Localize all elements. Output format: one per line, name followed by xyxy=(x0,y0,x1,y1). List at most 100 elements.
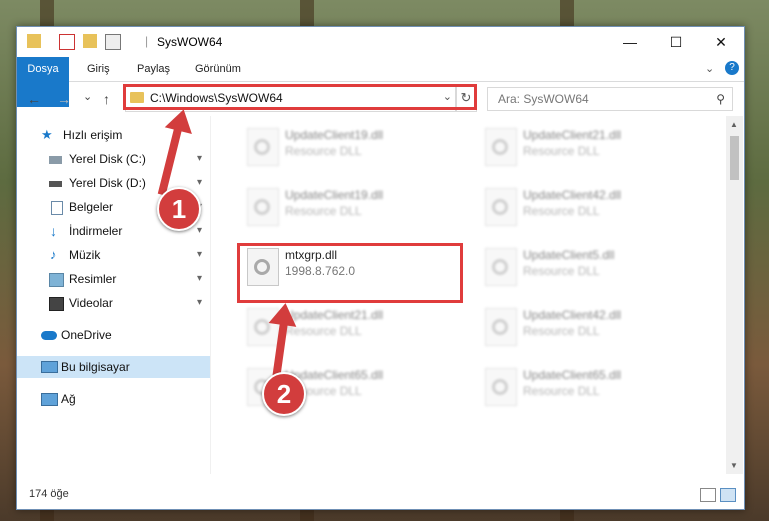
up-button[interactable]: ↑ xyxy=(103,91,110,107)
file-name: UpdateClient21.dll xyxy=(285,308,384,322)
help-icon[interactable]: ? xyxy=(725,61,739,75)
file-name: UpdateClient21.dll xyxy=(523,128,622,142)
close-button[interactable]: ✕ xyxy=(698,27,744,57)
sidebar-item-label: Belgeler xyxy=(69,200,114,214)
navigation-pane: ★ Hızlı erişim Yerel Disk (C:) ▾ Yerel D… xyxy=(17,122,210,474)
minimize-button[interactable]: — xyxy=(607,27,653,57)
pin-icon[interactable]: ▾ xyxy=(197,148,202,170)
videos-icon xyxy=(49,297,64,311)
file-description: Resource DLL xyxy=(523,324,600,338)
dll-file-icon xyxy=(247,128,279,166)
pin-icon[interactable]: ▾ xyxy=(197,268,202,290)
sidebar-item-label: Videolar xyxy=(69,296,113,310)
file-item[interactable]: UpdateClient21.dll Resource DLL xyxy=(475,122,685,172)
sidebar-item-label: Yerel Disk (D:) xyxy=(69,176,146,190)
sidebar-item-videos[interactable]: Videolar ▾ xyxy=(17,292,210,314)
file-item[interactable]: UpdateClient42.dll Resource DLL xyxy=(475,182,685,232)
scroll-down-icon[interactable]: ▼ xyxy=(730,461,738,470)
tab-home[interactable]: Giriş xyxy=(81,57,116,81)
pictures-icon xyxy=(49,273,64,287)
vertical-scrollbar[interactable]: ▲ ▼ xyxy=(726,116,743,474)
documents-icon xyxy=(51,201,63,215)
file-name: UpdateClient5.dll xyxy=(523,248,615,262)
file-description: Resource DLL xyxy=(285,324,362,338)
back-button[interactable]: ← xyxy=(27,91,41,107)
dll-file-icon xyxy=(485,368,517,406)
file-item[interactable]: UpdateClient19.dll Resource DLL xyxy=(237,122,447,172)
dll-file-icon xyxy=(485,188,517,226)
ribbon-tabs: Dosya Giriş Paylaş Görünüm ⌄ ? xyxy=(17,57,744,107)
sidebar-item-label: OneDrive xyxy=(61,328,112,342)
search-placeholder: Ara: SysWOW64 xyxy=(498,92,589,106)
file-description: Resource DLL xyxy=(523,144,600,158)
sidebar-item-network[interactable]: Ağ xyxy=(17,388,210,410)
file-item[interactable]: UpdateClient65.dll Resource DLL xyxy=(475,362,685,412)
tab-view[interactable]: Görünüm xyxy=(189,57,247,81)
star-icon: ★ xyxy=(41,127,53,142)
download-icon: ↓ xyxy=(50,223,57,239)
file-item[interactable]: UpdateClient21.dll Resource DLL xyxy=(237,302,447,352)
new-folder-icon[interactable] xyxy=(83,34,97,48)
sidebar-item-label: Yerel Disk (C:) xyxy=(69,152,146,166)
sidebar-item-label: Ağ xyxy=(61,392,76,406)
drive-icon xyxy=(49,181,62,187)
file-name: UpdateClient42.dll xyxy=(523,188,622,202)
file-description: Resource DLL xyxy=(523,204,600,218)
network-icon xyxy=(41,393,58,406)
window-title: SysWOW64 xyxy=(157,35,223,49)
file-name: UpdateClient42.dll xyxy=(523,308,622,322)
sidebar-item-label: Bu bilgisayar xyxy=(61,360,130,374)
tab-share[interactable]: Paylaş xyxy=(131,57,176,81)
sidebar-item-this-pc[interactable]: Bu bilgisayar xyxy=(17,356,210,378)
properties-icon[interactable] xyxy=(59,34,75,50)
forward-button[interactable]: → xyxy=(57,91,71,107)
file-name: UpdateClient19.dll xyxy=(285,128,384,142)
dll-file-icon xyxy=(485,248,517,286)
large-icons-view-icon[interactable] xyxy=(720,488,736,502)
details-view-icon[interactable] xyxy=(700,488,716,502)
file-name: UpdateClient19.dll xyxy=(285,188,384,202)
title-bar: | SysWOW64 — ☐ ✕ xyxy=(17,27,744,57)
scroll-thumb[interactable] xyxy=(730,136,739,180)
search-input[interactable]: Ara: SysWOW64 ⚲ xyxy=(487,87,733,111)
sidebar-item-local-disk-c[interactable]: Yerel Disk (C:) ▾ xyxy=(17,148,210,170)
computer-icon xyxy=(41,361,58,373)
recent-locations-button[interactable]: ⌄ xyxy=(83,90,92,103)
sidebar-item-label: Resimler xyxy=(69,272,117,286)
file-item[interactable]: UpdateClient5.dll Resource DLL xyxy=(475,242,685,292)
file-name: UpdateClient65.dll xyxy=(523,368,622,382)
pin-icon[interactable]: ▾ xyxy=(197,220,202,242)
status-bar: 174 öğe xyxy=(17,482,744,508)
sidebar-item-onedrive[interactable]: OneDrive xyxy=(17,324,210,346)
title-separator: | xyxy=(145,34,149,48)
dll-file-icon xyxy=(247,188,279,226)
ribbon-expand-icon[interactable]: ⌄ xyxy=(705,62,714,75)
pin-icon[interactable]: ▾ xyxy=(197,172,202,194)
music-icon: ♪ xyxy=(50,247,57,262)
file-item[interactable]: UpdateClient19.dll Resource DLL xyxy=(237,182,447,232)
annotation-arrowhead-2 xyxy=(268,301,300,327)
pin-icon[interactable]: ▾ xyxy=(197,244,202,266)
annotation-marker-1: 1 xyxy=(157,187,201,231)
file-description: Resource DLL xyxy=(523,264,600,278)
sidebar-item-label: Hızlı erişim xyxy=(63,128,123,142)
file-description: Resource DLL xyxy=(523,384,600,398)
dll-file-icon xyxy=(485,308,517,346)
scroll-up-icon[interactable]: ▲ xyxy=(730,120,738,129)
sidebar-item-pictures[interactable]: Resimler ▾ xyxy=(17,268,210,290)
file-description: Resource DLL xyxy=(285,204,362,218)
customize-toolbar-icon[interactable] xyxy=(105,34,121,50)
pane-divider[interactable] xyxy=(210,116,211,474)
folder-icon xyxy=(27,34,41,48)
pin-icon[interactable]: ▾ xyxy=(197,292,202,314)
file-highlight-box xyxy=(237,243,463,303)
sidebar-item-label: Müzik xyxy=(69,248,101,262)
item-count: 174 öğe xyxy=(29,488,69,500)
file-item[interactable]: UpdateClient42.dll Resource DLL xyxy=(475,302,685,352)
sidebar-item-label: İndirmeler xyxy=(69,224,123,238)
annotation-marker-2: 2 xyxy=(262,372,306,416)
maximize-button[interactable]: ☐ xyxy=(653,27,699,57)
sidebar-item-music[interactable]: ♪ Müzik ▾ xyxy=(17,244,210,266)
dll-file-icon xyxy=(485,128,517,166)
drive-icon xyxy=(49,156,62,164)
